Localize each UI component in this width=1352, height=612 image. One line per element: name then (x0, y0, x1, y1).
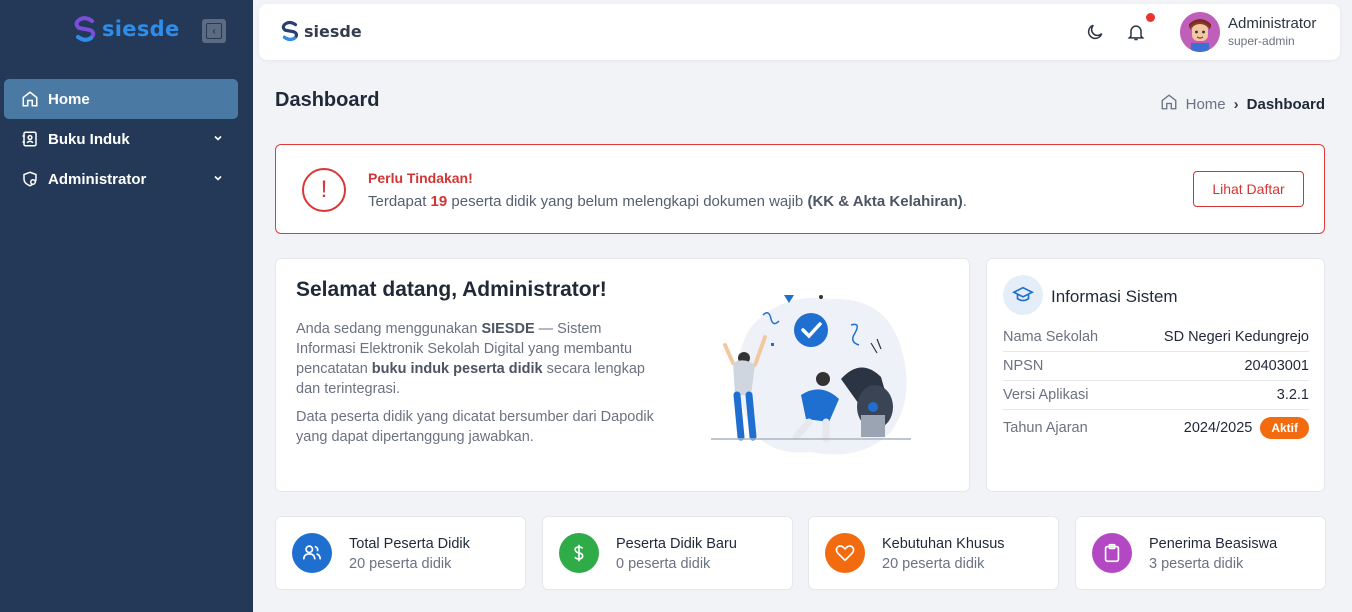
info-row: Versi Aplikasi 3.2.1 (1003, 381, 1309, 410)
info-key: Nama Sekolah (1003, 329, 1099, 345)
bell-icon (1127, 25, 1145, 41)
welcome-title: Selamat datang, Administrator! (296, 278, 607, 301)
collapse-icon: ‹ (206, 23, 222, 39)
sidebar-item-label: Buku Induk (48, 130, 130, 148)
welcome-paragraph: Anda sedang menggunakan SIESDE — Sistem … (296, 319, 661, 399)
stat-value: 3 peserta didik (1149, 556, 1244, 572)
logo-icon (281, 20, 299, 42)
brand-name: siesde (102, 17, 180, 41)
sidebar-item-buku-induk[interactable]: Buku Induk (4, 119, 238, 159)
system-info-card: Informasi Sistem Nama Sekolah SD Negeri … (986, 258, 1325, 492)
book-icon (21, 130, 39, 148)
alert-count: 19 (430, 193, 448, 210)
sidebar-item-label: Home (48, 90, 90, 108)
alert-text-part: . (962, 193, 967, 210)
home-icon (1160, 93, 1178, 115)
alert-title: Perlu Tindakan! (368, 170, 473, 186)
chevron-down-icon (214, 175, 222, 181)
notification-dot (1146, 13, 1155, 22)
welcome-card: Selamat datang, Administrator! Anda seda… (275, 258, 970, 492)
welcome-highlight: buku induk peserta didik (371, 361, 543, 377)
sidebar-item-administrator[interactable]: Administrator (4, 159, 238, 199)
stat-label: Kebutuhan Khusus (882, 536, 1005, 552)
stat-value: 20 peserta didik (349, 556, 452, 572)
status-badge: Aktif (1260, 417, 1309, 439)
info-row: NPSN 20403001 (1003, 352, 1309, 381)
stat-card-special-needs[interactable]: Kebutuhan Khusus 20 peserta didik (808, 516, 1059, 590)
info-rows: Nama Sekolah SD Negeri Kedungrejo NPSN 2… (1003, 323, 1309, 446)
user-role: super-admin (1228, 34, 1295, 48)
user-name: Administrator (1228, 15, 1317, 32)
topbar-logo[interactable]: siesde (279, 20, 362, 42)
info-key: Tahun Ajaran (1003, 420, 1088, 436)
info-row: Tahun Ajaran 2024/2025 Aktif (1003, 410, 1309, 446)
sidebar-menu: Home Buku Induk Administrator (4, 79, 238, 199)
alert-text: Terdapat 19 peserta didik yang belum mel… (368, 193, 967, 210)
user-gear-icon (21, 170, 39, 188)
dark-mode-toggle[interactable] (1085, 22, 1105, 47)
alert-icon: ! (302, 168, 346, 212)
welcome-illustration (711, 295, 911, 455)
stat-label: Penerima Beasiswa (1149, 536, 1278, 552)
welcome-text: Anda sedang menggunakan (296, 321, 482, 337)
info-value: SD Negeri Kedungrejo (1163, 329, 1309, 345)
info-value-group: 2024/2025 Aktif (1184, 417, 1309, 439)
alert-text-part: Terdapat (368, 193, 431, 210)
stat-label: Peserta Didik Baru (616, 536, 737, 552)
info-value: 3.2.1 (1276, 387, 1309, 403)
page-title: Dashboard (275, 89, 380, 111)
sidebar: siesde ‹ Home Buku Induk Administrator (0, 0, 253, 612)
breadcrumb-current: Dashboard (1246, 95, 1325, 113)
info-row: Nama Sekolah SD Negeri Kedungrejo (1003, 323, 1309, 352)
home-icon (21, 90, 39, 108)
alert-documents: (KK & Akta Kelahiran) (807, 193, 963, 210)
welcome-app-name: SIESDE (481, 321, 535, 337)
welcome-paragraph-2: Data peserta didik yang dicatat bersumbe… (296, 409, 654, 445)
user-info[interactable]: Administrator super-admin (1228, 15, 1316, 48)
users-icon (292, 533, 332, 573)
sidebar-collapse-button[interactable]: ‹ (202, 19, 226, 43)
sidebar-item-label: Administrator (48, 170, 147, 188)
chevron-down-icon (214, 135, 222, 141)
action-alert: ! Perlu Tindakan! Terdapat 19 peserta di… (275, 144, 1325, 234)
clipboard-icon (1092, 533, 1132, 573)
avatar[interactable] (1180, 12, 1220, 52)
graduation-cap-icon (1003, 275, 1043, 315)
topbar: siesde Administrator super-admin (259, 4, 1340, 60)
sidebar-logo[interactable]: siesde (72, 15, 180, 43)
info-key: NPSN (1003, 358, 1044, 374)
logo-icon (74, 16, 96, 42)
stat-label: Total Peserta Didik (349, 536, 470, 552)
heart-icon (825, 533, 865, 573)
notifications-button[interactable] (1126, 22, 1146, 47)
breadcrumb-home[interactable]: Home (1186, 96, 1226, 113)
info-value: 20403001 (1244, 358, 1309, 374)
moon-icon (1087, 24, 1103, 40)
stat-card-scholarship[interactable]: Penerima Beasiswa 3 peserta didik (1075, 516, 1326, 590)
brand-name: siesde (304, 21, 362, 41)
stat-value: 20 peserta didik (882, 556, 985, 572)
stat-card-new[interactable]: Peserta Didik Baru 0 peserta didik (542, 516, 793, 590)
alert-text-part: peserta didik yang belum melengkapi doku… (447, 193, 808, 210)
view-list-button[interactable]: Lihat Daftar (1193, 171, 1304, 207)
info-value: 2024/2025 (1183, 420, 1253, 436)
stat-value: 0 peserta didik (616, 556, 711, 572)
breadcrumb: Home › Dashboard (1160, 93, 1325, 115)
breadcrumb-separator: › (1233, 95, 1239, 113)
stat-card-total[interactable]: Total Peserta Didik 20 peserta didik (275, 516, 526, 590)
info-title: Informasi Sistem (1051, 287, 1178, 306)
dollar-icon (559, 533, 599, 573)
info-key: Versi Aplikasi (1003, 387, 1089, 403)
sidebar-item-home[interactable]: Home (4, 79, 238, 119)
